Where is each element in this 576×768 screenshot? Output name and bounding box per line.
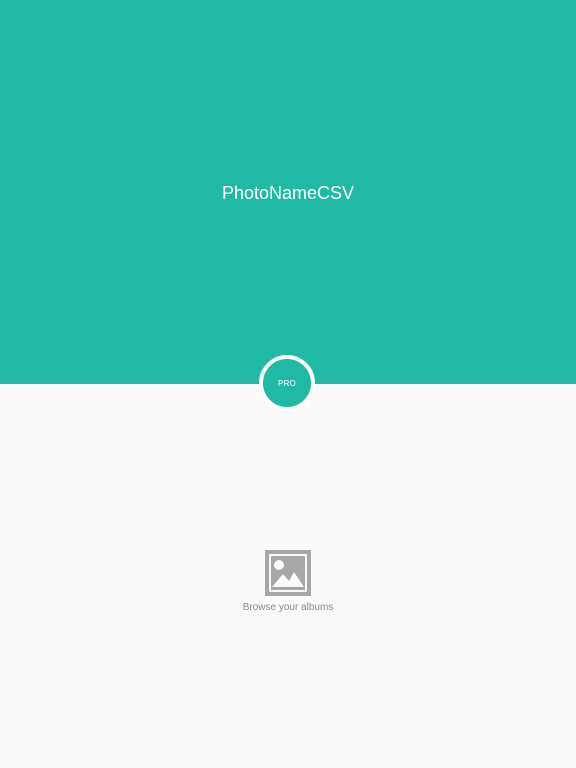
app-title: PhotoNameCSV <box>221 183 355 203</box>
photo-icon <box>265 550 311 596</box>
browse-albums-label: Browse your albums <box>242 602 334 613</box>
browse-albums-button[interactable]: Browse your albums <box>228 550 348 620</box>
header-banner: PhotoNameCSV <box>0 0 576 384</box>
pro-label: PRO <box>278 378 296 388</box>
app-screen: PhotoNameCSV PRO Browse your albums <box>0 0 576 768</box>
pro-button[interactable]: PRO <box>259 355 315 411</box>
